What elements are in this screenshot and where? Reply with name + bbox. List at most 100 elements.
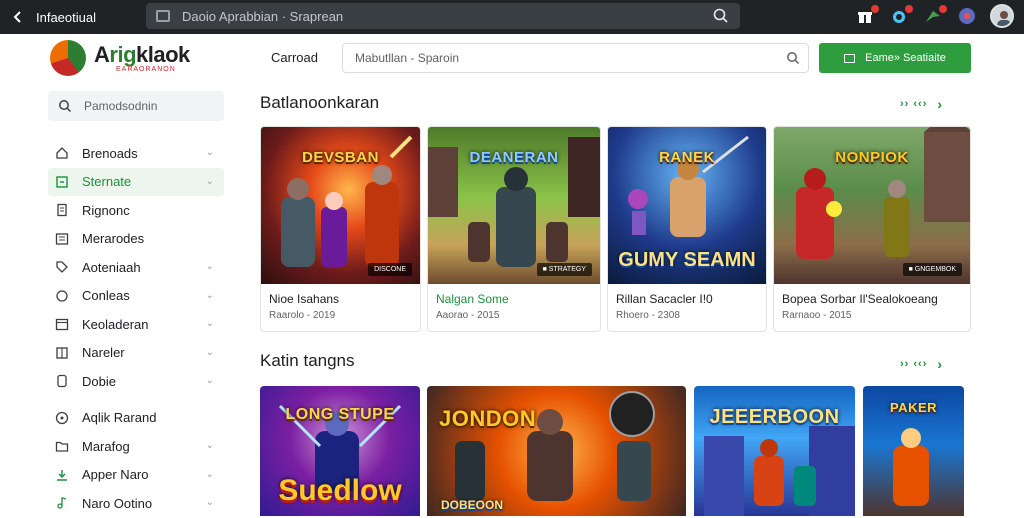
section-more-label: ›› ‹‹›	[900, 358, 928, 370]
chevron-down-icon[interactable]: ⌄	[206, 290, 214, 301]
cover-big-text: Suedlow	[278, 474, 402, 507]
search-icon	[59, 100, 72, 113]
chevron-down-icon[interactable]: ⌄	[206, 261, 214, 272]
card-meta: Raarolo - 2019	[269, 310, 336, 321]
card-meta: Rhoero - 2308	[616, 310, 680, 321]
logo-subtitle: EARAORANON	[116, 65, 176, 73]
sidebar-item[interactable]: Brenoads ⌄	[48, 139, 224, 168]
logo-mark-icon	[50, 40, 86, 76]
list-icon	[54, 231, 70, 247]
tag-icon	[54, 259, 70, 275]
sidebar-item-label: Naro Ootino	[82, 495, 153, 511]
card-meta: Rarnaoo - 2015	[782, 310, 852, 321]
sidebar-nav: Brenoads ⌄ Sternate ⌄ Rignonc Merarodes Aoteni…	[48, 139, 224, 518]
sidebar-item[interactable]: Marafog ⌄	[48, 432, 224, 461]
top-bar: Infaeotiual Daoio Aprabbian · Sraprean	[0, 0, 1024, 34]
settings-circle-icon	[54, 410, 70, 426]
app-title: Infaeotiual	[36, 9, 96, 25]
chevron-right-icon: ›	[937, 356, 944, 372]
sidebar-item-label: Marafog	[82, 438, 130, 454]
box-icon	[54, 174, 70, 190]
address-text: Daoio Aprabbian · Sraprean	[182, 8, 344, 24]
flag-icon[interactable]	[922, 5, 947, 27]
game-card[interactable]: RANEK GUMY SEAMN Rillan Sacacler I!0 Rho…	[607, 126, 767, 332]
game-card[interactable]: PAKER	[863, 386, 964, 516]
sidebar-item[interactable]: Merarodes	[48, 225, 224, 254]
sidebar-item-label: Brenoads	[82, 145, 138, 161]
address-bar[interactable]: Daoio Aprabbian · Sraprean	[146, 3, 740, 29]
shop-icon[interactable]	[888, 5, 913, 27]
sidebar-item[interactable]: Rignonc	[48, 196, 224, 225]
sidebar-item[interactable]: Dobie ⌄	[48, 367, 224, 396]
section-more-label: ›› ‹‹›	[900, 98, 928, 110]
chevron-down-icon[interactable]: ⌄	[206, 318, 214, 329]
cover-badge: DISCONE	[368, 263, 412, 276]
search-icon[interactable]	[786, 51, 800, 65]
box-icon	[844, 53, 856, 63]
section-more-link[interactable]: ›› ‹‹› ›	[900, 356, 943, 372]
avatar[interactable]	[990, 4, 1014, 28]
gift-icon[interactable]	[854, 5, 879, 27]
sidebar-item-label: Nareler	[82, 345, 125, 361]
card-title: Rillan Sacacler I!0	[616, 292, 713, 306]
cover-title: JONDON	[439, 406, 537, 431]
sidebar-search-placeholder: Pamodsodnin	[84, 99, 158, 113]
game-card[interactable]: DEVSBAN DISCONE Nioe Isahans Raarolo - 2…	[260, 126, 421, 332]
chevron-down-icon[interactable]: ⌄	[206, 347, 214, 358]
cover-title: DEANERAN	[469, 149, 559, 166]
chevron-down-icon[interactable]: ⌄	[206, 440, 214, 451]
cover-title: JEEERBOON	[709, 406, 840, 428]
card-meta: Aaorao - 2015	[436, 310, 500, 321]
sidebar-item-label: Conleas	[82, 288, 130, 304]
section-title: Batlanoonkaran	[260, 93, 380, 112]
sidebar-item-label: Aoteniaah	[82, 259, 141, 275]
page-icon	[156, 10, 170, 22]
card-title: Nalgan Some	[436, 292, 509, 306]
game-card[interactable]: DEANERAN ■ STRATEGY Nalgan Some Aaorao -…	[427, 126, 601, 332]
search-icon[interactable]	[712, 7, 730, 25]
book-icon	[54, 373, 70, 389]
sidebar-item-label: Merarodes	[82, 231, 145, 247]
sidebar-item[interactable]: Conleas ⌄	[48, 282, 224, 311]
section-title: Katin tangns	[260, 351, 355, 370]
chevron-down-icon[interactable]: ⌄	[206, 375, 214, 386]
sidebar-item-label: Keoladeran	[82, 316, 149, 332]
card-title: Bopea Sorbar Il'Sealokoeang	[782, 292, 938, 306]
chevron-down-icon[interactable]: ⌄	[206, 497, 214, 508]
chevron-down-icon[interactable]: ⌄	[206, 176, 214, 187]
category-label[interactable]: Carroad	[271, 50, 318, 65]
main-search-placeholder: Mabutllan - Sparoin	[355, 51, 460, 65]
sidebar-item-label: Rignonc	[82, 202, 130, 218]
sidebar-search[interactable]: Pamodsodnin	[48, 91, 224, 121]
home-icon	[54, 145, 70, 161]
cover-badge: ■ STRATEGY	[536, 263, 592, 276]
chevron-down-icon[interactable]: ⌄	[206, 469, 214, 480]
sidebar-item[interactable]: Sternate ⌄	[48, 167, 224, 196]
sidebar-item[interactable]: Keoladeran ⌄	[48, 310, 224, 339]
card-title: Nioe Isahans	[269, 292, 340, 306]
main-search-input[interactable]: Mabutllan - Sparoin	[342, 43, 809, 73]
game-card[interactable]: NONPIOK ■ GNGEMBOK Bopea Sorbar Il'Sealo…	[773, 126, 971, 332]
logo[interactable]: Arigklaok EARAORANON	[50, 40, 190, 76]
cover-title: PAKER	[889, 400, 938, 415]
game-card[interactable]: JONDON DOBEOON	[427, 386, 686, 516]
game-card[interactable]: LONG STUPE Suedlow	[260, 386, 420, 516]
globe-icon[interactable]	[956, 5, 978, 27]
sidebar-item[interactable]: Apper Naro ⌄	[48, 461, 224, 490]
chevron-down-icon[interactable]: ⌄	[206, 147, 214, 158]
music-icon	[54, 495, 70, 511]
sidebar-item-label: Sternate	[82, 174, 132, 190]
sidebar-item[interactable]: Aoteniaah ⌄	[48, 253, 224, 282]
sidebar-item[interactable]: Nareler ⌄	[48, 339, 224, 368]
game-cover-image: RANEK GUMY SEAMN	[608, 127, 766, 284]
section-more-link[interactable]: ›› ‹‹› ›	[900, 96, 943, 112]
sidebar-item[interactable]: Naro Ootino ⌄	[48, 489, 224, 518]
calendar-icon	[54, 316, 70, 332]
document-icon	[54, 202, 70, 218]
action-button[interactable]: Eame» Seatiaite	[819, 43, 971, 73]
game-card[interactable]: JEEERBOON	[694, 386, 855, 516]
grid-icon	[54, 345, 70, 361]
sidebar-item[interactable]: Aqlik Rarand	[48, 404, 224, 433]
chat-icon	[54, 288, 70, 304]
back-arrow-icon[interactable]	[0, 0, 36, 34]
